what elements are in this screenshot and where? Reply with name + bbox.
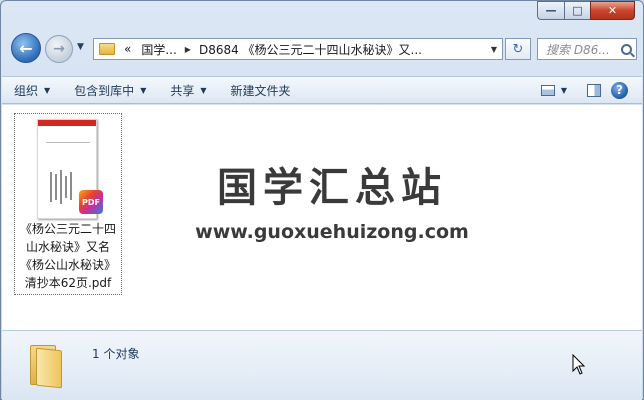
pdf-file-icon: PDF — [79, 190, 103, 214]
back-arrow-icon: ← — [19, 38, 33, 58]
close-button[interactable]: ✕ — [590, 1, 635, 20]
thumbnail-header-bar — [38, 120, 96, 126]
address-bar[interactable]: « 国学... ▶ D8684 《杨公三元二十四山水秘诀》又... ▼ — [93, 38, 503, 60]
recent-pages-dropdown[interactable]: ▼ — [77, 42, 89, 54]
help-icon[interactable]: ? — [611, 81, 628, 99]
file-item[interactable]: PDF 《杨公三元二十四山水秘诀》又名《杨公山水秘诀》清抄本62页.pdf — [14, 113, 122, 295]
change-view-button[interactable] — [537, 81, 559, 99]
item-count-label: 1 个对象 — [92, 347, 140, 361]
include-in-library-menu[interactable]: 包含到库中 ▼ — [62, 77, 158, 103]
breadcrumb-item-guoxue[interactable]: 国学... — [136, 41, 181, 58]
caption-buttons: — □ ✕ — [537, 1, 635, 20]
pdf-thumbnail: PDF — [37, 119, 103, 219]
back-button[interactable]: ← — [11, 33, 41, 63]
chevron-down-icon: ▼ — [44, 85, 51, 95]
refresh-icon: ↻ — [512, 41, 524, 57]
details-pane: 1 个对象 — [2, 330, 642, 400]
thumbnail-line — [46, 142, 90, 143]
minimize-button[interactable]: — — [537, 1, 564, 20]
search-input[interactable]: 搜索 D86... — [537, 38, 637, 60]
organize-label: 组织 — [14, 83, 39, 98]
command-bar: 组织 ▼ 包含到库中 ▼ 共享 ▼ 新建文件夹 ▼ ? — [2, 76, 642, 104]
breadcrumb-item-current[interactable]: D8684 《杨公三元二十四山水秘诀》又... — [194, 41, 427, 58]
thumbnail-text-column — [65, 176, 67, 198]
view-options-dropdown[interactable]: ▼ — [561, 86, 567, 95]
organize-menu[interactable]: 组织 ▼ — [2, 77, 62, 103]
thumbnail-text-column — [55, 174, 57, 200]
search-placeholder: 搜索 D86... — [546, 42, 610, 57]
file-list-area[interactable]: PDF 《杨公三元二十四山水秘诀》又名《杨公山水秘诀》清抄本62页.pdf 国学… — [2, 105, 642, 330]
file-name-label: 《杨公三元二十四山水秘诀》又名《杨公山水秘诀》清抄本62页.pdf — [19, 222, 116, 290]
chevron-down-icon: ▼ — [140, 85, 147, 95]
toolbar-right: ▼ ? — [537, 77, 642, 103]
watermark: 国学汇总站 www.guoxuehuizong.com — [182, 155, 482, 243]
maximize-button[interactable]: □ — [564, 1, 590, 20]
watermark-url: www.guoxuehuizong.com — [195, 221, 469, 243]
folder-front-shape — [36, 347, 62, 389]
preview-pane-icon[interactable] — [587, 83, 601, 97]
chevron-down-icon: ▼ — [200, 85, 207, 95]
new-folder-label: 新建文件夹 — [230, 83, 291, 98]
search-icon — [621, 43, 632, 55]
folder-icon — [30, 345, 64, 389]
thumbnail-text-column — [60, 170, 62, 204]
new-folder-button[interactable]: 新建文件夹 — [219, 77, 303, 103]
include-library-label: 包含到库中 — [74, 83, 135, 98]
view-icon — [540, 84, 555, 96]
navigation-bar: ← → ▼ « 国学... ▶ D8684 《杨公三元二十四山水秘诀》又... … — [9, 33, 637, 65]
forward-button[interactable]: → — [45, 35, 73, 63]
watermark-title: 国学汇总站 — [217, 165, 447, 211]
thumbnail-text-column — [50, 172, 52, 202]
breadcrumb-separator-icon[interactable]: ▶ — [182, 45, 194, 54]
breadcrumb-overflow[interactable]: « — [119, 42, 136, 56]
share-label: 共享 — [170, 83, 195, 98]
explorer-window: — □ ✕ ← → ▼ « 国学... ▶ D8684 《杨公三元二十四山水秘诀… — [0, 0, 644, 400]
refresh-button[interactable]: ↻ — [505, 38, 531, 60]
chevron-down-icon: ▼ — [77, 42, 84, 52]
share-menu[interactable]: 共享 ▼ — [158, 77, 218, 103]
forward-arrow-icon: → — [53, 41, 65, 57]
folder-icon — [99, 43, 115, 55]
thumbnail-text-column — [70, 172, 72, 200]
address-dropdown-icon[interactable]: ▼ — [486, 45, 502, 54]
